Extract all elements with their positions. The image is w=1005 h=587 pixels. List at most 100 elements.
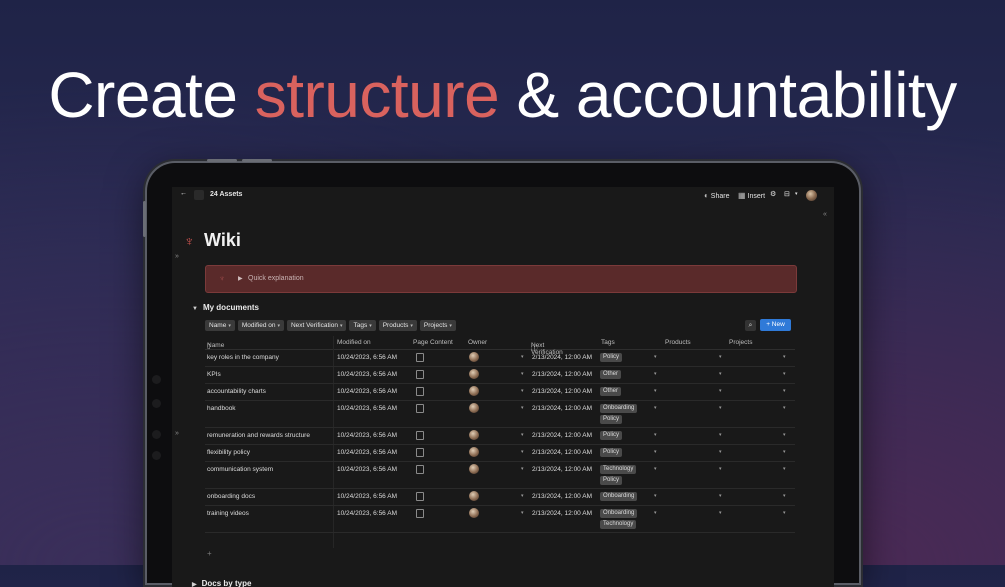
section-my-documents[interactable]: ▼ My documents xyxy=(192,303,259,312)
page-content-icon[interactable] xyxy=(416,370,424,379)
column-page-content[interactable]: Page Content xyxy=(413,339,453,346)
toggle-triangle-icon[interactable]: ▶ xyxy=(238,275,243,282)
column-tags[interactable]: Tags xyxy=(601,339,615,346)
chevron-down-icon[interactable]: ▾ xyxy=(783,405,786,411)
table-row[interactable]: remuneration and rewards structure 10/24/… xyxy=(205,428,795,445)
owner-avatar[interactable] xyxy=(469,352,479,362)
section-docs-by-type[interactable]: ▶ Docs by type xyxy=(192,579,251,587)
table-row[interactable]: key roles in the company 10/24/2023, 6:56… xyxy=(205,350,795,367)
callout-block[interactable]: ♆ ▶ Quick explanation xyxy=(205,265,797,293)
expand-sidebar-icon-2[interactable]: » xyxy=(175,430,179,437)
table-row[interactable]: training videos 10/24/2023, 6:56 AM ▾ 2/13/… xyxy=(205,506,795,533)
user-avatar[interactable] xyxy=(806,190,817,201)
gear-icon[interactable]: ⚙ xyxy=(770,190,776,198)
chevron-down-icon[interactable]: ▾ xyxy=(783,449,786,455)
chevron-down-icon[interactable]: ▾ xyxy=(783,388,786,394)
page-content-icon[interactable] xyxy=(416,448,424,457)
add-row-button[interactable]: + xyxy=(207,549,212,558)
table-row[interactable]: communication system 10/24/2023, 6:56 AM ▾… xyxy=(205,462,795,489)
owner-avatar[interactable] xyxy=(469,386,479,396)
row-name[interactable]: remuneration and rewards structure xyxy=(207,432,310,439)
chevron-down-icon[interactable]: ▾ xyxy=(654,449,657,455)
row-name[interactable]: onboarding docs xyxy=(207,493,255,500)
row-name[interactable]: key roles in the company xyxy=(207,354,279,361)
column-projects[interactable]: Projects xyxy=(729,339,752,346)
expand-sidebar-icon[interactable]: » xyxy=(175,253,179,260)
chevron-down-icon[interactable]: ▾ xyxy=(719,388,722,394)
row-name[interactable]: flexibility policy xyxy=(207,449,250,456)
row-tags[interactable]: Other xyxy=(600,370,660,381)
row-tags[interactable]: Onboarding xyxy=(600,492,660,503)
page-content-icon[interactable] xyxy=(416,387,424,396)
owner-avatar[interactable] xyxy=(469,491,479,501)
owner-avatar[interactable] xyxy=(469,508,479,518)
chevron-down-icon[interactable]: ▾ xyxy=(654,388,657,394)
chevron-down-icon[interactable]: ▾ xyxy=(719,432,722,438)
chevron-down-icon[interactable]: ▾ xyxy=(719,354,722,360)
filter-modified-on[interactable]: Modified on ▾ xyxy=(237,320,284,331)
chevron-down-icon[interactable]: ▾ xyxy=(719,493,722,499)
table-row[interactable]: onboarding docs 10/24/2023, 6:56 AM ▾ 2/13/… xyxy=(205,489,795,506)
comment-icon[interactable]: ⊟ xyxy=(784,190,790,198)
page-content-icon[interactable] xyxy=(416,509,424,518)
page-content-icon[interactable] xyxy=(416,492,424,501)
table-row[interactable]: KPIs 10/24/2023, 6:56 AM ▾ 2/13/2024, 12:00… xyxy=(205,367,795,384)
row-tags[interactable]: Technology Policy xyxy=(600,465,660,487)
row-tags[interactable]: Policy xyxy=(600,431,660,442)
chevron-down-icon[interactable]: ▾ xyxy=(719,371,722,377)
chevron-down-icon[interactable]: ▾ xyxy=(654,405,657,411)
table-row[interactable]: handbook 10/24/2023, 6:56 AM ▾ 2/13/2024, 1… xyxy=(205,401,795,428)
breadcrumb[interactable]: 24 Assets xyxy=(210,191,242,198)
chevron-down-icon[interactable]: ▾ xyxy=(783,371,786,377)
column-owner[interactable]: Owner xyxy=(468,339,487,346)
chevron-down-icon[interactable]: ▾ xyxy=(521,493,524,499)
filter-name[interactable]: Name ▾ xyxy=(205,320,235,331)
row-tags[interactable]: Policy xyxy=(600,448,660,459)
chevron-down-icon[interactable]: ▾ xyxy=(783,510,786,516)
table-row[interactable]: flexibility policy 10/24/2023, 6:56 AM ▾ 2/… xyxy=(205,445,795,462)
chevron-down-icon[interactable]: ▾ xyxy=(521,371,524,377)
row-name[interactable]: accountability charts xyxy=(207,388,266,395)
chevron-down-icon[interactable]: ▾ xyxy=(783,493,786,499)
filter-projects[interactable]: Projects ▾ xyxy=(419,320,456,331)
arrow-left-icon[interactable]: ← xyxy=(180,190,187,197)
owner-avatar[interactable] xyxy=(469,430,479,440)
row-tags[interactable]: Other xyxy=(600,387,660,398)
insert-button[interactable]: ▦ Insert xyxy=(738,191,765,200)
owner-avatar[interactable] xyxy=(469,464,479,474)
row-name[interactable]: handbook xyxy=(207,405,236,412)
chevron-down-icon[interactable]: ▾ xyxy=(521,354,524,360)
column-products[interactable]: Products xyxy=(665,339,691,346)
filter-tags[interactable]: Tags ▾ xyxy=(349,320,376,331)
owner-avatar[interactable] xyxy=(469,369,479,379)
share-button[interactable]: ◐ Share xyxy=(704,191,729,200)
chevron-down-icon[interactable]: ▾ xyxy=(719,466,722,472)
chevron-down-icon[interactable]: ▾ xyxy=(521,432,524,438)
page-content-icon[interactable] xyxy=(416,353,424,362)
row-tags[interactable]: Onboarding Technology xyxy=(600,509,660,531)
chevron-down-icon[interactable]: ▾ xyxy=(654,493,657,499)
filter-next-verification[interactable]: Next Verification ▾ xyxy=(286,320,347,331)
chevron-down-icon[interactable]: ▾ xyxy=(719,405,722,411)
row-name[interactable]: training videos xyxy=(207,510,249,517)
page-content-icon[interactable] xyxy=(416,465,424,474)
chevron-down-icon[interactable]: ▾ xyxy=(521,449,524,455)
chevron-down-icon[interactable]: ▾ xyxy=(521,510,524,516)
chevron-down-icon[interactable]: ▾ xyxy=(783,354,786,360)
row-tags[interactable]: Onboarding Policy xyxy=(600,404,660,426)
chevron-down-icon[interactable]: ▾ xyxy=(654,354,657,360)
table-row[interactable]: accountability charts 10/24/2023, 6:56 AM… xyxy=(205,384,795,401)
new-button[interactable]: + New xyxy=(760,319,791,331)
chevron-down-icon[interactable]: ▾ xyxy=(654,432,657,438)
chevron-down-icon[interactable]: ▾ xyxy=(521,466,524,472)
row-name[interactable]: communication system xyxy=(207,466,273,473)
row-tags[interactable]: Policy xyxy=(600,353,660,364)
collapse-panel-icon[interactable]: « xyxy=(823,211,827,218)
chevron-down-icon[interactable]: ▾ xyxy=(795,191,798,197)
column-modified-on[interactable]: Modified on xyxy=(337,339,371,346)
search-icon[interactable]: ⌕ xyxy=(745,320,756,331)
chevron-down-icon[interactable]: ▾ xyxy=(654,510,657,516)
page-content-icon[interactable] xyxy=(416,431,424,440)
chevron-down-icon[interactable]: ▾ xyxy=(783,432,786,438)
page-content-icon[interactable] xyxy=(416,404,424,413)
